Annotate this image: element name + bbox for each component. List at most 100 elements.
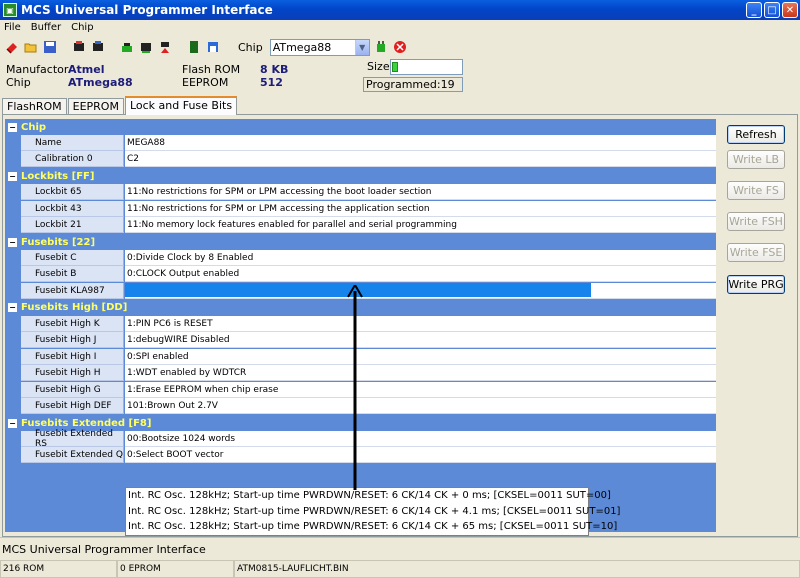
open-folder-icon[interactable] [23,40,38,55]
property-name: Name [21,135,124,151]
property-value[interactable]: 00:Bootsize 1024 words [125,431,716,447]
dropdown-option[interactable]: Int. RC Osc. 128kHz; Start-up time PWRDW… [128,488,611,504]
chip-info-panel: Manufactor Atmel Chip ATmega88 Flash ROM… [0,58,800,94]
property-value[interactable]: C2 [125,151,716,167]
status-eprom: 0 EPROM [117,560,234,578]
write-fsh-button[interactable]: Write FSH [727,212,785,231]
eraser-icon[interactable] [4,40,19,55]
property-row[interactable]: Name MEGA88 [5,135,716,151]
chip-compare-icon[interactable] [90,40,105,55]
tab-flashrom[interactable]: FlashROM [2,98,67,115]
maximize-button[interactable]: □ [764,2,780,18]
property-value[interactable]: 1:WDT enabled by WDTCR [125,365,716,381]
property-value[interactable]: 1:PIN PC6 is RESET [125,316,716,332]
menu-chip[interactable]: Chip [71,22,93,33]
property-value[interactable]: 0:Divide Clock by 8 Enabled [125,250,716,266]
title-bar: ▣ MCS Universal Programmer Interface _ □… [0,0,800,20]
chevron-down-icon[interactable]: ▼ [354,39,369,55]
category-chip[interactable]: − Chip [5,119,716,135]
property-row[interactable]: Fusebit B 0:CLOCK Output enabled [5,266,716,282]
close-button[interactable]: ✕ [782,2,798,18]
chip-label: Chip [238,40,263,54]
write-fs-button[interactable]: Write FS [727,181,785,200]
property-name: Lockbit 65 [21,184,124,200]
property-name: Fusebit Extended RS [21,429,124,449]
property-name: Fusebit High G [21,382,124,398]
menu-buffer[interactable]: Buffer [31,22,61,33]
property-name: Lockbit 43 [21,201,124,217]
property-value[interactable]: 0:CLOCK Output enabled [125,266,716,282]
chip-select-value: ATmega88 [272,40,332,54]
property-row[interactable]: Calibration 0 C2 [5,151,716,167]
chip-info-value: ATmega88 [68,76,133,89]
flash-rom-value: 8 KB [260,63,289,76]
property-value[interactable]: 0:Select BOOT vector [125,447,716,463]
category-label: Chip [21,121,47,133]
stop-icon[interactable] [393,40,408,55]
property-name: Fusebit High K [21,316,124,332]
status-file: ATM0815-LAUFLICHT.BIN [234,560,800,578]
write-lb-button[interactable]: Write LB [727,150,785,169]
property-value[interactable]: 0:SPI enabled [125,349,716,365]
property-value[interactable]: 11:No restrictions for SPM or LPM access… [125,184,716,200]
window-title: MCS Universal Programmer Interface [21,3,273,17]
write-fse-button[interactable]: Write FSE [727,243,785,262]
property-value[interactable]: 101:Brown Out 2.7V [125,398,716,414]
save-icon[interactable] [42,40,57,55]
category-label: Fusebits [22] [21,236,96,248]
tab-eeprom[interactable]: EEPROM [67,98,124,115]
property-name: Lockbit 21 [21,217,124,233]
chip-connect-icon[interactable] [374,40,389,55]
category-label: Lockbits [FF] [21,170,95,182]
property-value[interactable]: 11:No memory lock features enabled for p… [125,217,716,233]
property-name: Calibration 0 [21,151,124,167]
collapse-icon[interactable]: − [8,302,17,312]
property-value[interactable]: 1:debugWIRE Disabled [125,332,716,348]
size-label: Size [367,60,390,73]
category-lockbits[interactable]: − Lockbits [FF] [5,168,716,184]
chip-read-icon[interactable] [71,40,86,55]
write-prg-button[interactable]: Write PRG [727,275,785,294]
program-icon[interactable] [205,40,220,55]
programmed-counter: Programmed:19 [363,77,463,92]
property-row[interactable]: Fusebit C 0:Divide Clock by 8 Enabled [5,250,716,266]
chip-blank-icon[interactable] [119,40,134,55]
chip-select[interactable]: ATmega88 ▼ [269,38,370,56]
manufactor-label: Manufactor [6,63,69,76]
app-icon: ▣ [3,3,17,17]
size-progress-fill [392,62,398,72]
tab-content: − Chip Name MEGA88 Calibration 0 C2 − Lockbi… [2,114,798,537]
eeprom-label: EEPROM [182,76,229,89]
tab-lock-and-fuse-bits[interactable]: Lock and Fuse Bits [124,96,238,115]
property-name: Fusebit High DEF [21,398,124,414]
property-value[interactable]: 11:No restrictions for SPM or LPM access… [125,201,716,217]
property-name: Fusebit High I [21,349,124,365]
dropdown-option[interactable]: Int. RC Osc. 128kHz; Start-up time PWRDW… [128,519,617,535]
property-value[interactable]: 1:Erase EEPROM when chip erase [125,382,716,398]
property-row[interactable]: Lockbit 43 11:No restrictions for SPM or … [5,201,716,217]
property-value[interactable]: MEGA88 [125,135,716,151]
property-row[interactable]: Lockbit 65 11:No restrictions for SPM or … [5,184,716,200]
property-name: Fusebit High J [21,332,124,348]
minimize-button[interactable]: _ [746,2,762,18]
category-fusebits[interactable]: − Fusebits [22] [5,234,716,250]
status-title: MCS Universal Programmer Interface [0,537,800,560]
dropdown-option[interactable]: Int. RC Osc. 128kHz; Start-up time PWRDW… [128,504,620,520]
property-row[interactable]: Lockbit 21 11:No memory lock features ena… [5,217,716,233]
verify-icon[interactable] [186,40,201,55]
collapse-icon[interactable]: − [8,237,17,247]
chip-info-label: Chip [6,76,31,89]
chip-erase-icon[interactable] [157,40,172,55]
refresh-button[interactable]: Refresh [727,125,785,144]
status-bar: 216 ROM 0 EPROM ATM0815-LAUFLICHT.BIN [0,560,800,578]
property-name: Fusebit B [21,266,124,282]
collapse-icon[interactable]: − [8,122,17,132]
chip-write-icon[interactable] [138,40,153,55]
tab-strip: FlashROM EEPROM Lock and Fuse Bits [2,96,238,115]
category-label: Fusebits Extended [F8] [21,417,152,429]
property-name: Fusebit Extended Q [21,447,124,463]
menu-file[interactable]: File [4,22,21,33]
collapse-icon[interactable]: − [8,418,17,428]
property-name: Fusebit C [21,250,124,266]
collapse-icon[interactable]: − [8,171,17,181]
